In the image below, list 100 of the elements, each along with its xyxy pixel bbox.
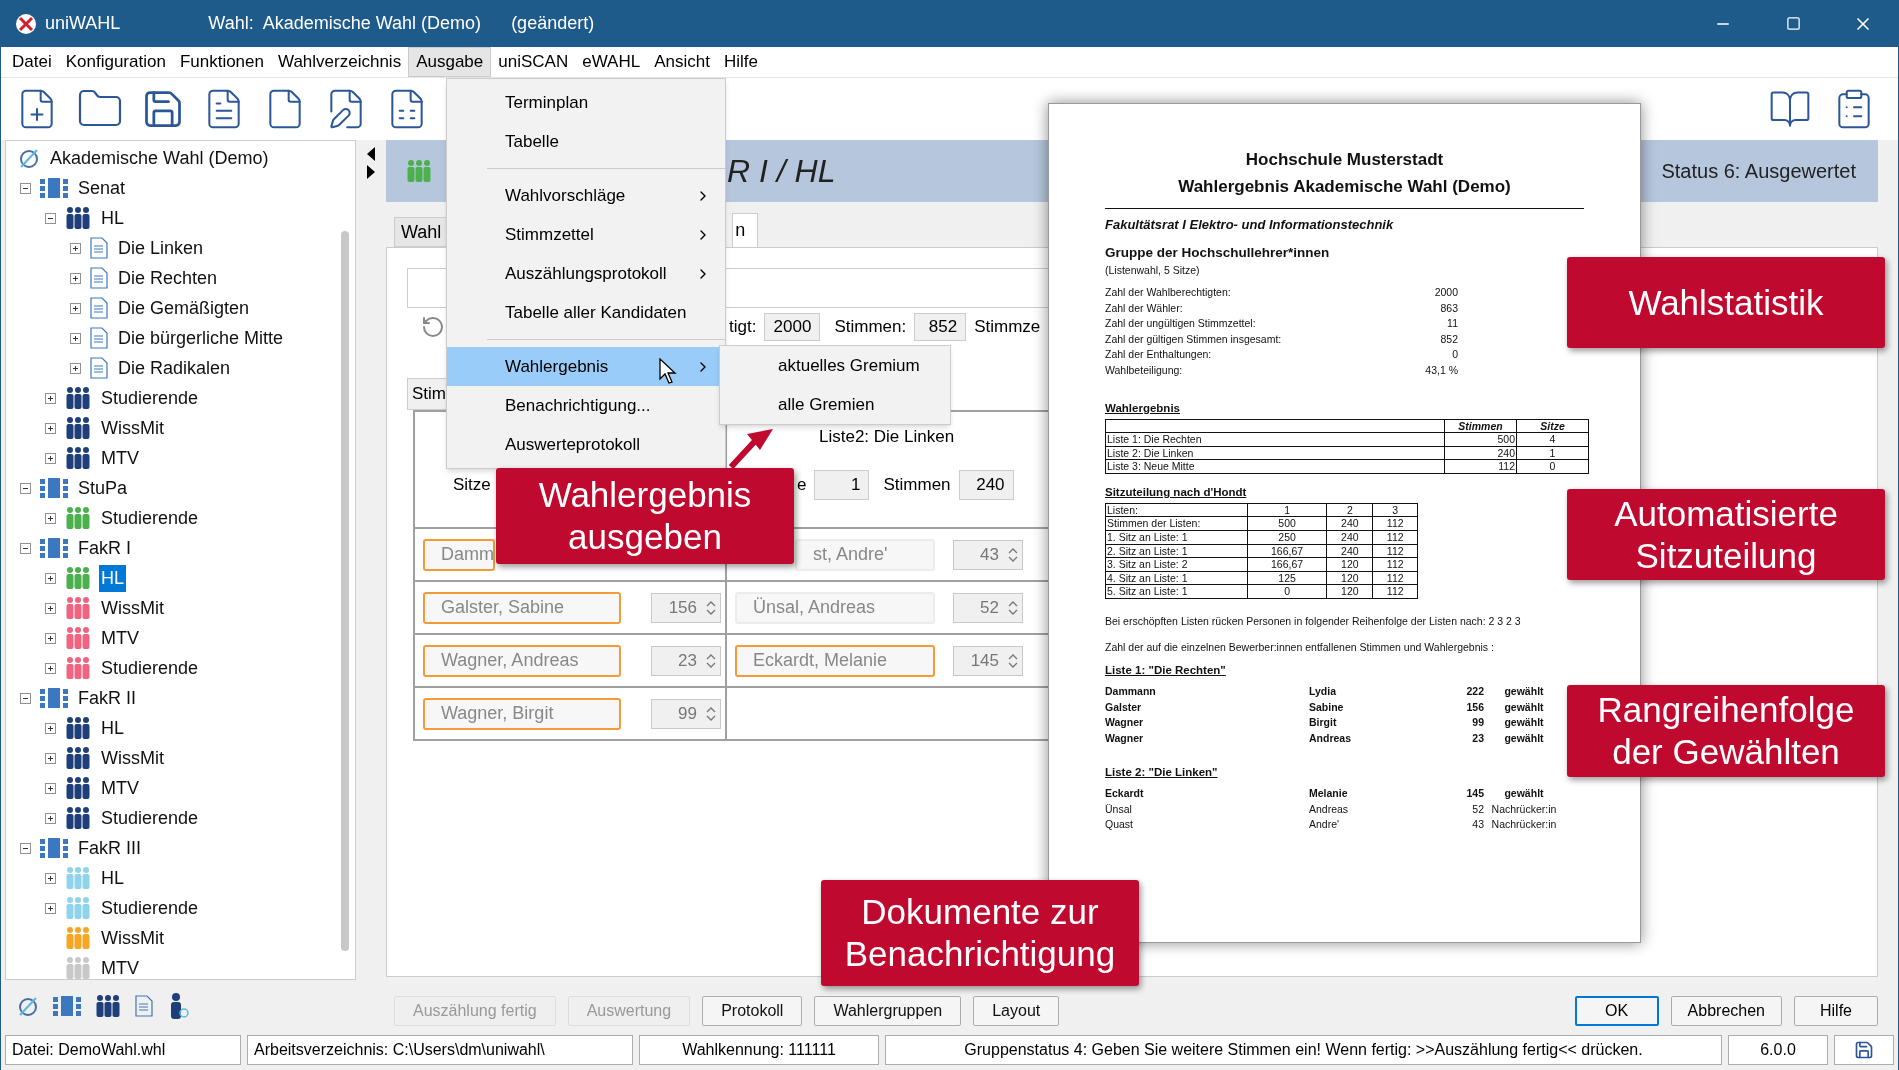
menu-item[interactable]: Wahlverzeichnis bbox=[271, 47, 409, 77]
expand-toggle-icon[interactable] bbox=[44, 872, 56, 884]
tree-item[interactable]: Studierende bbox=[99, 504, 201, 532]
candidate-status: gewählt bbox=[1503, 700, 1545, 714]
votes-field[interactable]: 240 bbox=[958, 469, 1014, 500]
tab[interactable]: n bbox=[732, 213, 759, 247]
menu-item[interactable]: Ausgabe bbox=[408, 47, 492, 77]
menu-entry[interactable]: Terminplan bbox=[447, 83, 725, 122]
collapse-toggle-icon[interactable] bbox=[19, 182, 31, 194]
seats-label: e bbox=[797, 473, 807, 496]
expand-toggle-icon[interactable] bbox=[44, 392, 56, 404]
dialog-button[interactable]: Abbrechen bbox=[1670, 996, 1782, 1026]
document-title: Wahlergebnis Akademische Wahl (Demo) bbox=[1178, 176, 1511, 199]
expand-toggle-icon[interactable] bbox=[44, 602, 56, 614]
expand-toggle-icon[interactable] bbox=[44, 632, 56, 644]
tree-item[interactable]: Die Rechten bbox=[116, 264, 220, 292]
expand-toggle-icon[interactable] bbox=[44, 902, 56, 914]
tree-item[interactable]: Senat bbox=[76, 174, 128, 202]
tree-item[interactable]: StuPa bbox=[76, 474, 130, 502]
number-spinner[interactable]: 52 bbox=[953, 592, 1023, 623]
tree-item[interactable]: Die Gemäßigten bbox=[116, 294, 252, 322]
menu-entry[interactable]: Wahlvorschläge bbox=[447, 176, 725, 215]
menu-item[interactable]: Funktionen bbox=[172, 47, 271, 77]
menu-item[interactable]: Konfiguration bbox=[58, 47, 173, 77]
save-status-icon[interactable] bbox=[1834, 1035, 1894, 1065]
tree-item[interactable]: WissMit bbox=[99, 744, 166, 772]
menu-entry[interactable]: Stimmzettel bbox=[447, 215, 725, 254]
tree-item[interactable]: Die Radikalen bbox=[116, 354, 233, 382]
tree-item[interactable]: FakR I bbox=[76, 534, 133, 562]
tree-item[interactable]: Studierende bbox=[99, 894, 201, 922]
menu-entry[interactable]: Tabelle bbox=[447, 122, 725, 161]
tree-item[interactable]: MTV bbox=[99, 954, 141, 979]
candidate-status: gewählt bbox=[1503, 716, 1545, 729]
tree-item[interactable]: HL bbox=[99, 864, 126, 892]
seats-field[interactable]: 1 bbox=[814, 469, 870, 500]
dialog-button[interactable]: Layout bbox=[973, 996, 1060, 1026]
committee-icon bbox=[40, 537, 68, 559]
menu-entry[interactable]: Auswerteprotokoll bbox=[447, 425, 725, 464]
number-spinner[interactable]: 145 bbox=[953, 645, 1023, 676]
expand-toggle-icon[interactable] bbox=[44, 512, 56, 524]
menu-entry[interactable]: Tabelle aller Kandidaten bbox=[447, 293, 725, 332]
expand-toggle-icon[interactable] bbox=[69, 242, 81, 254]
people-icon bbox=[95, 994, 121, 1018]
tree-item[interactable]: MTV bbox=[99, 444, 141, 472]
tree-item[interactable]: HL bbox=[99, 564, 126, 592]
dialog-button[interactable]: OK bbox=[1574, 996, 1659, 1026]
menu-item[interactable]: uniSCAN bbox=[491, 47, 576, 77]
number-spinner[interactable]: 23 bbox=[651, 645, 721, 676]
tree-item[interactable]: Akademische Wahl (Demo) bbox=[48, 144, 271, 172]
tree-item[interactable]: HL bbox=[99, 204, 126, 232]
candidate-firstname: Andreas bbox=[1309, 731, 1352, 745]
expand-toggle-icon[interactable] bbox=[69, 332, 81, 344]
expand-toggle-icon[interactable] bbox=[69, 272, 81, 284]
tree-item[interactable]: Studierende bbox=[99, 384, 201, 412]
tab[interactable]: Wahl bbox=[394, 217, 449, 247]
menu-entry[interactable]: alle Gremien bbox=[720, 385, 950, 424]
undo-icon[interactable] bbox=[421, 315, 445, 339]
count-field[interactable]: 852 bbox=[914, 313, 967, 341]
dialog-button[interactable]: Wahlergruppen bbox=[814, 996, 962, 1026]
menu-item[interactable]: Datei bbox=[5, 47, 59, 77]
tree-item[interactable]: Die Linken bbox=[116, 234, 206, 262]
collapse-toggle-icon[interactable] bbox=[19, 542, 31, 554]
menu-entry[interactable]: Auszählungsprotokoll bbox=[447, 254, 725, 293]
count-field[interactable]: 2000 bbox=[764, 313, 821, 341]
expand-toggle-icon[interactable] bbox=[69, 362, 81, 374]
expand-toggle-icon[interactable] bbox=[44, 722, 56, 734]
tree-item[interactable]: Studierende bbox=[99, 654, 201, 682]
menu-item[interactable]: Hilfe bbox=[716, 47, 765, 77]
expand-toggle-icon[interactable] bbox=[44, 782, 56, 794]
collapse-toggle-icon[interactable] bbox=[19, 842, 31, 854]
tree-item[interactable]: Die bürgerliche Mitte bbox=[116, 324, 286, 352]
menu-item[interactable]: eWAHL bbox=[575, 47, 648, 77]
tree-item[interactable]: MTV bbox=[99, 774, 141, 802]
tree-item[interactable]: FakR III bbox=[76, 834, 143, 862]
expand-toggle-icon[interactable] bbox=[44, 812, 56, 824]
dialog-button[interactable]: Hilfe bbox=[1794, 996, 1878, 1026]
tree-item[interactable]: WissMit bbox=[99, 414, 166, 442]
number-spinner[interactable]: 99 bbox=[651, 698, 721, 729]
stat-label: Zahl der gültigen Stimmen insgesamt: bbox=[1105, 332, 1283, 346]
expand-toggle-icon[interactable] bbox=[44, 752, 56, 764]
collapse-arrows-icon[interactable] bbox=[366, 146, 376, 180]
tree-item[interactable]: MTV bbox=[99, 624, 141, 652]
expand-toggle-icon[interactable] bbox=[69, 302, 81, 314]
expand-toggle-icon[interactable] bbox=[44, 662, 56, 674]
tree-item[interactable]: WissMit bbox=[99, 594, 166, 622]
collapse-toggle-icon[interactable] bbox=[44, 212, 56, 224]
tree-item[interactable]: Studierende bbox=[99, 804, 201, 832]
tree-item[interactable]: HL bbox=[99, 714, 126, 742]
number-spinner[interactable]: 156 bbox=[651, 592, 721, 623]
collapse-toggle-icon[interactable] bbox=[19, 482, 31, 494]
tree-item[interactable]: WissMit bbox=[99, 924, 166, 952]
expand-toggle-icon[interactable] bbox=[44, 422, 56, 434]
expand-toggle-icon[interactable] bbox=[44, 572, 56, 584]
expand-toggle-icon[interactable] bbox=[44, 452, 56, 464]
collapse-toggle-icon[interactable] bbox=[19, 692, 31, 704]
number-spinner[interactable]: 43 bbox=[953, 539, 1023, 570]
menu-item[interactable]: Ansicht bbox=[647, 47, 717, 77]
maximize-icon[interactable] bbox=[1785, 16, 1801, 31]
dialog-button[interactable]: Protokoll bbox=[702, 996, 803, 1026]
tree-item[interactable]: FakR II bbox=[76, 684, 138, 712]
